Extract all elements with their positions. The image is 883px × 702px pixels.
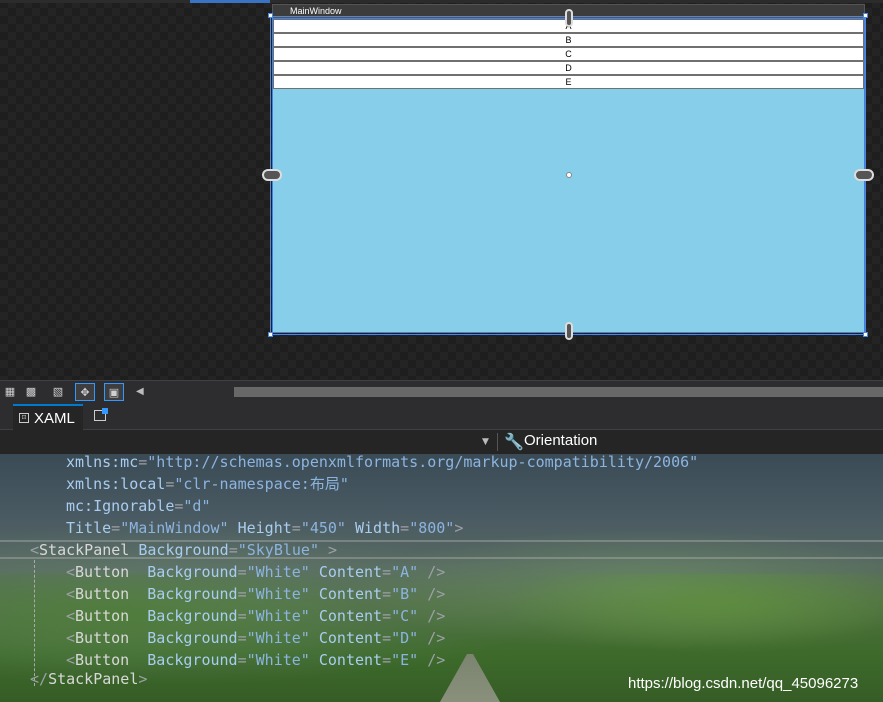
checker-icon[interactable]: ▧ xyxy=(48,383,68,401)
bottom-anchor-icon[interactable] xyxy=(565,322,573,340)
grid-icon[interactable]: ▦ xyxy=(0,383,20,401)
tab-xaml-label: XAML xyxy=(34,410,75,427)
code-view-icon[interactable]: ▣ xyxy=(104,383,124,401)
center-point-icon xyxy=(566,172,572,178)
code-line: xmlns:local="clr-namespace:布局" xyxy=(66,475,349,493)
code-line: <StackPanel Background="SkyBlue" > xyxy=(30,541,338,559)
navigation-bar: ▼ 🔧 Orientation xyxy=(0,430,883,454)
code-line: xmlns:mc="http://schemas.openxmlformats.… xyxy=(66,454,699,471)
xaml-code-editor[interactable]: xmlns:mc="http://schemas.openxmlformats.… xyxy=(0,454,883,702)
right-anchor-icon[interactable] xyxy=(854,169,874,181)
dropdown-arrow-icon[interactable]: ▼ xyxy=(482,437,489,447)
resize-handle-tl[interactable] xyxy=(268,13,273,18)
designer-window[interactable]: MainWindow A B C D E xyxy=(272,4,865,333)
designer-toolbar: ▦ ▩ ▧ ✥ ▣ ◀ xyxy=(0,380,883,402)
design-canvas[interactable]: MainWindow A B C D E xyxy=(0,0,883,380)
watermark-text: https://blog.csdn.net/qq_45096273 xyxy=(628,675,859,692)
button-e[interactable]: E xyxy=(273,75,864,89)
horizontal-scrollbar[interactable] xyxy=(234,387,883,397)
scroll-left-icon[interactable]: ◀ xyxy=(136,385,146,399)
button-d[interactable]: D xyxy=(273,61,864,75)
wrench-icon: 🔧 xyxy=(504,432,524,451)
resize-handle-bl[interactable] xyxy=(268,332,273,337)
code-line: <Button Background="White" Content="D" /… xyxy=(66,629,446,647)
tab-xaml[interactable]: ⊡ XAML xyxy=(13,404,83,430)
property-selector[interactable]: Orientation xyxy=(524,432,597,449)
resize-handle-br[interactable] xyxy=(863,332,868,337)
nav-separator xyxy=(497,433,498,451)
artboard-icon[interactable]: ✥ xyxy=(75,383,95,401)
code-line: <Button Background="White" Content="C" /… xyxy=(66,607,446,625)
code-line: </StackPanel> xyxy=(30,670,148,688)
xaml-file-icon: ⊡ xyxy=(19,413,29,423)
code-line: <Button Background="White" Content="B" /… xyxy=(66,585,446,603)
resize-handle-tr[interactable] xyxy=(863,13,868,18)
editor-tabbar: ⊡ XAML xyxy=(0,402,883,430)
top-strip xyxy=(0,0,883,3)
code-line: mc:Ignorable="d" xyxy=(66,497,211,515)
top-anchor-icon[interactable] xyxy=(565,9,573,27)
code-text: xmlns:mc="http://schemas.openxmlformats.… xyxy=(0,454,883,702)
code-line: Title="MainWindow" Height="450" Width="8… xyxy=(66,519,464,537)
top-strip-accent xyxy=(190,0,270,3)
snap-grid-icon[interactable]: ▩ xyxy=(21,383,41,401)
left-anchor-icon[interactable] xyxy=(262,169,282,181)
popout-icon[interactable] xyxy=(94,408,108,421)
window-title: MainWindow xyxy=(290,6,342,16)
button-b[interactable]: B xyxy=(273,33,864,47)
ide-window: MainWindow A B C D E ▦ ▩ ▧ ✥ ▣ ◀ xyxy=(0,0,883,702)
code-line: <Button Background="White" Content="A" /… xyxy=(66,563,446,581)
button-c[interactable]: C xyxy=(273,47,864,61)
